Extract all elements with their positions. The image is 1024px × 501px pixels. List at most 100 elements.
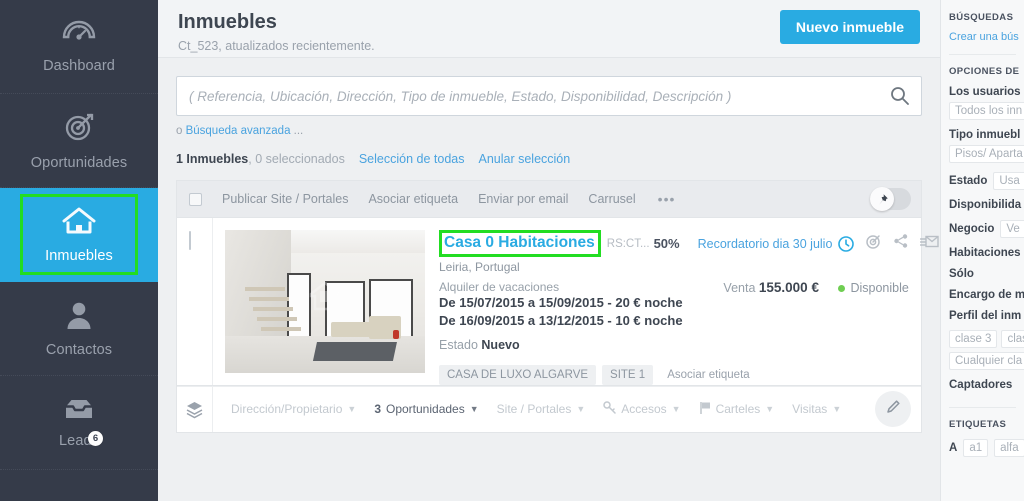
share-icon[interactable] bbox=[893, 233, 909, 254]
chevron-down-icon: ▼ bbox=[765, 404, 775, 415]
filter-mandate: Encargo de m bbox=[949, 289, 1024, 301]
sale-label: Venta bbox=[723, 281, 756, 295]
tag-chip[interactable]: SITE 1 bbox=[602, 364, 654, 385]
rental-period-1: De 15/07/2015 a 15/09/2015 - 20 € noche bbox=[439, 295, 683, 310]
create-search-link[interactable]: Crear una bús bbox=[949, 31, 1024, 43]
pin-toggle[interactable] bbox=[870, 187, 911, 211]
chevron-down-icon: ▼ bbox=[347, 404, 357, 415]
chevron-down-icon: ▼ bbox=[832, 404, 842, 415]
key-icon bbox=[603, 401, 617, 417]
new-property-button[interactable]: Nuevo inmueble bbox=[779, 10, 920, 44]
footer-item-oportunidades[interactable]: 3 Oportunidades ▼ bbox=[374, 402, 478, 416]
property-checkbox[interactable] bbox=[189, 231, 191, 250]
filter-availability: Disponibilida bbox=[949, 199, 1024, 211]
leads-badge: 6 bbox=[88, 431, 103, 446]
associate-tag-link[interactable]: Asociar etiqueta bbox=[667, 369, 749, 381]
email-out-icon[interactable] bbox=[920, 234, 940, 254]
filter-only: Sólo bbox=[949, 268, 1024, 280]
profile-chip[interactable]: clase 3 bbox=[949, 330, 998, 348]
footer-item-site-portales[interactable]: Site / Portales ▼ bbox=[497, 402, 586, 416]
main-sidebar: Dashboard Oportunidades Inmuebles Contac… bbox=[0, 0, 158, 501]
filter-captadores-label: Captadores bbox=[949, 379, 1013, 391]
chevron-down-icon: ▼ bbox=[576, 404, 586, 415]
footer-item-visitas[interactable]: Visitas ▼ bbox=[792, 402, 841, 416]
target-icon[interactable] bbox=[866, 233, 882, 254]
filter-value[interactable]: Pisos/ Aparta bbox=[949, 145, 1024, 163]
publish-action[interactable]: Publicar Site / Portales bbox=[222, 192, 348, 206]
more-actions-button[interactable]: ••• bbox=[658, 191, 676, 207]
clock-icon[interactable] bbox=[838, 235, 855, 252]
main-content: Inmuebles Ct_523, atualizados recienteme… bbox=[158, 0, 940, 501]
edit-property-button[interactable] bbox=[875, 390, 911, 427]
filter-business: Negocio Ve bbox=[949, 220, 1024, 238]
property-photo[interactable] bbox=[225, 230, 425, 373]
availability-dot bbox=[838, 285, 846, 293]
footer-item-carteles[interactable]: Carteles ▼ bbox=[699, 401, 775, 417]
property-action-icons bbox=[866, 233, 940, 254]
filter-value[interactable]: Usa bbox=[993, 172, 1024, 190]
state-label: Estado bbox=[439, 337, 478, 352]
sidebar-item-contactos[interactable]: Contactos bbox=[0, 282, 158, 376]
photo-stair-1 bbox=[245, 287, 285, 292]
availability-status: Disponible bbox=[850, 281, 909, 295]
sidebar-item-inmuebles[interactable]: Inmuebles bbox=[0, 188, 158, 282]
filter-value[interactable]: Todos los inn bbox=[949, 102, 1024, 120]
tag-chip[interactable]: alfa bbox=[994, 439, 1024, 457]
page-title: Inmuebles bbox=[178, 11, 277, 33]
sidebar-item-leads[interactable]: Leads 6 bbox=[0, 376, 158, 470]
property-details: Alquiler de vacaciones De 15/07/2015 a 1… bbox=[439, 280, 940, 331]
results-selected: , 0 seleccionados bbox=[248, 152, 345, 166]
property-card[interactable]: Casa 0 Habitaciones RS:CT... 50% Recorda… bbox=[176, 217, 940, 386]
tag-action[interactable]: Asociar etiqueta bbox=[368, 192, 458, 206]
sidebar-item-label: Oportunidades bbox=[30, 154, 128, 171]
footer-item-direccion[interactable]: Dirección/Propietario ▼ bbox=[231, 402, 356, 416]
property-rental-details: Alquiler de vacaciones De 15/07/2015 a 1… bbox=[439, 280, 713, 331]
inbox-icon bbox=[63, 397, 95, 426]
photo-stair-2 bbox=[249, 297, 289, 302]
email-action[interactable]: Enviar por email bbox=[478, 192, 568, 206]
sidebar-item-dashboard[interactable]: Dashboard bbox=[0, 0, 158, 94]
tag-chip[interactable]: CASA DE LUXO ALGARVE bbox=[439, 364, 597, 385]
panel-divider-2 bbox=[949, 407, 1016, 408]
footer-item-label: Accesos bbox=[621, 402, 667, 417]
tag-letter: A bbox=[949, 442, 958, 454]
saved-searches-heading: BÚSQUEDAS bbox=[949, 12, 1014, 23]
reminder-link[interactable]: Recordatorio dia 30 julio bbox=[698, 237, 833, 251]
select-all-link[interactable]: Selección de todas bbox=[359, 152, 465, 166]
property-title-link[interactable]: Casa 0 Habitaciones bbox=[439, 230, 601, 257]
layers-icon[interactable] bbox=[177, 386, 213, 432]
clear-selection-link[interactable]: Anular selección bbox=[478, 152, 570, 166]
footer-item-label: Oportunidades bbox=[386, 402, 465, 417]
filter-label: Perfil del inm bbox=[949, 310, 1022, 322]
filters-panel: BÚSQUEDAS Crear una bús OPCIONES DE Los … bbox=[940, 0, 1024, 501]
property-card-body: Casa 0 Habitaciones RS:CT... 50% Recorda… bbox=[213, 218, 940, 385]
advanced-suffix: ... bbox=[290, 125, 304, 137]
business-type-label: Alquiler de vacaciones bbox=[439, 280, 560, 294]
filter-value[interactable]: Ve bbox=[1000, 220, 1024, 238]
profile-chip[interactable]: clas bbox=[1001, 330, 1024, 348]
profile-any-value[interactable]: Cualquier cla bbox=[949, 352, 1024, 370]
tag-group-a: A a1 alfa bbox=[949, 439, 1024, 457]
property-title-row: Casa 0 Habitaciones RS:CT... 50% Recorda… bbox=[439, 230, 940, 257]
footer-item-accesos[interactable]: Accesos ▼ bbox=[603, 401, 681, 417]
flag-icon bbox=[699, 401, 711, 417]
advanced-search-link[interactable]: Búsqueda avanzada bbox=[186, 125, 291, 137]
carousel-action[interactable]: Carrusel bbox=[588, 192, 635, 206]
property-reference: RS:CT... bbox=[606, 237, 650, 250]
photo-watermark bbox=[308, 281, 342, 313]
home-icon bbox=[61, 206, 97, 241]
sidebar-item-oportunidades[interactable]: Oportunidades bbox=[0, 94, 158, 188]
completion-progress: 50% bbox=[654, 235, 680, 253]
property-location: Leiria, Portugal bbox=[439, 260, 520, 274]
rental-period-2: De 16/09/2015 a 13/12/2015 - 10 € noche bbox=[439, 313, 683, 329]
photo-stair-5 bbox=[261, 327, 301, 332]
select-all-checkbox[interactable] bbox=[189, 192, 202, 206]
user-icon bbox=[64, 300, 94, 335]
page-header-text: Inmuebles Ct_523, atualizados recienteme… bbox=[178, 10, 375, 53]
filter-label: Habitaciones bbox=[949, 247, 1021, 259]
state-value: Nuevo bbox=[481, 337, 520, 352]
footer-item-label: Carteles bbox=[715, 402, 761, 417]
advanced-search-row: o Búsqueda avanzada ... bbox=[176, 125, 922, 137]
search-input[interactable] bbox=[176, 76, 922, 116]
tag-chip[interactable]: a1 bbox=[963, 439, 989, 457]
